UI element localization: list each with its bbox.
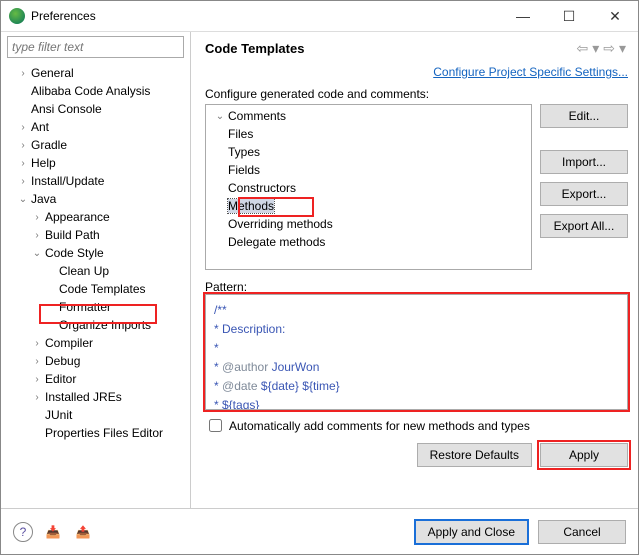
- export-prefs-icon[interactable]: 📤: [73, 522, 93, 542]
- tree-item-alibaba[interactable]: Alibaba Code Analysis: [3, 82, 190, 100]
- tree-item-cleanup[interactable]: Clean Up: [3, 262, 190, 280]
- templates-types[interactable]: Types: [206, 143, 531, 161]
- configure-project-link[interactable]: Configure Project Specific Settings...: [433, 65, 628, 79]
- tree-item-installedjres[interactable]: ›Installed JREs: [3, 388, 190, 406]
- import-prefs-icon[interactable]: 📥: [43, 522, 63, 542]
- filter-input[interactable]: [7, 36, 184, 58]
- auto-comments-checkbox[interactable]: [209, 419, 222, 432]
- forward-menu-icon[interactable]: ▾: [617, 40, 628, 57]
- tree-item-codetemplates[interactable]: Code Templates: [3, 280, 190, 298]
- footer: ? 📥 📤 Apply and Close Cancel: [1, 508, 638, 554]
- tree-item-buildpath[interactable]: ›Build Path: [3, 226, 190, 244]
- tree-item-editor[interactable]: ›Editor: [3, 370, 190, 388]
- tree-item-debug[interactable]: ›Debug: [3, 352, 190, 370]
- prefs-tree[interactable]: ›General Alibaba Code Analysis Ansi Cons…: [1, 62, 190, 508]
- templates-delegate[interactable]: Delegate methods: [206, 233, 531, 251]
- templates-constructors[interactable]: Constructors: [206, 179, 531, 197]
- forward-icon[interactable]: ⇨: [601, 40, 617, 57]
- tree-item-gradle[interactable]: ›Gradle: [3, 136, 190, 154]
- tree-item-java[interactable]: ⌄Java: [3, 190, 190, 208]
- apply-and-close-button[interactable]: Apply and Close: [415, 520, 528, 544]
- window-title: Preferences: [31, 9, 500, 23]
- tree-item-formatter[interactable]: Formatter: [3, 298, 190, 316]
- back-menu-icon[interactable]: ▾: [590, 40, 601, 57]
- apply-button[interactable]: Apply: [540, 443, 628, 467]
- help-icon[interactable]: ?: [13, 522, 33, 542]
- auto-comments-label: Automatically add comments for new metho…: [229, 419, 530, 433]
- tree-label: Configure generated code and comments:: [205, 87, 628, 101]
- tree-item-propfiles[interactable]: Properties Files Editor: [3, 424, 190, 442]
- tree-item-organize[interactable]: Organize Imports: [3, 316, 190, 334]
- templates-overriding[interactable]: Overriding methods: [206, 215, 531, 233]
- pattern-label: Pattern:: [205, 280, 628, 294]
- back-icon[interactable]: ⇦: [574, 40, 590, 57]
- titlebar[interactable]: Preferences — ☐ ✕: [1, 1, 638, 31]
- tree-item-ant[interactable]: ›Ant: [3, 118, 190, 136]
- tree-item-help[interactable]: ›Help: [3, 154, 190, 172]
- minimize-button[interactable]: —: [500, 1, 546, 31]
- edit-button[interactable]: Edit...: [540, 104, 628, 128]
- maximize-button[interactable]: ☐: [546, 1, 592, 31]
- tree-item-ansi[interactable]: Ansi Console: [3, 100, 190, 118]
- tree-item-codestyle[interactable]: ⌄Code Style: [3, 244, 190, 262]
- pattern-textarea[interactable]: /** * Description: * * @author JourWon *…: [205, 294, 628, 410]
- left-pane: ›General Alibaba Code Analysis Ansi Cons…: [1, 32, 191, 508]
- tree-item-junit[interactable]: JUnit: [3, 406, 190, 424]
- templates-comments[interactable]: ⌄Comments: [206, 107, 531, 125]
- page-heading: Code Templates: [205, 41, 574, 56]
- restore-defaults-button[interactable]: Restore Defaults: [417, 443, 532, 467]
- tree-item-install[interactable]: ›Install/Update: [3, 172, 190, 190]
- templates-methods[interactable]: Methods: [206, 197, 531, 215]
- tree-item-compiler[interactable]: ›Compiler: [3, 334, 190, 352]
- templates-fields[interactable]: Fields: [206, 161, 531, 179]
- right-pane: Code Templates ⇦ ▾ ⇨ ▾ Configure Project…: [191, 32, 638, 508]
- export-button[interactable]: Export...: [540, 182, 628, 206]
- preferences-window: Preferences — ☐ ✕ ›General Alibaba Code …: [0, 0, 639, 555]
- app-icon: [9, 8, 25, 24]
- import-button[interactable]: Import...: [540, 150, 628, 174]
- cancel-button[interactable]: Cancel: [538, 520, 626, 544]
- close-button[interactable]: ✕: [592, 1, 638, 31]
- templates-files[interactable]: Files: [206, 125, 531, 143]
- tree-item-general[interactable]: ›General: [3, 64, 190, 82]
- tree-item-appearance[interactable]: ›Appearance: [3, 208, 190, 226]
- templates-tree[interactable]: ⌄Comments Files Types Fields Constructor…: [205, 104, 532, 270]
- exportall-button[interactable]: Export All...: [540, 214, 628, 238]
